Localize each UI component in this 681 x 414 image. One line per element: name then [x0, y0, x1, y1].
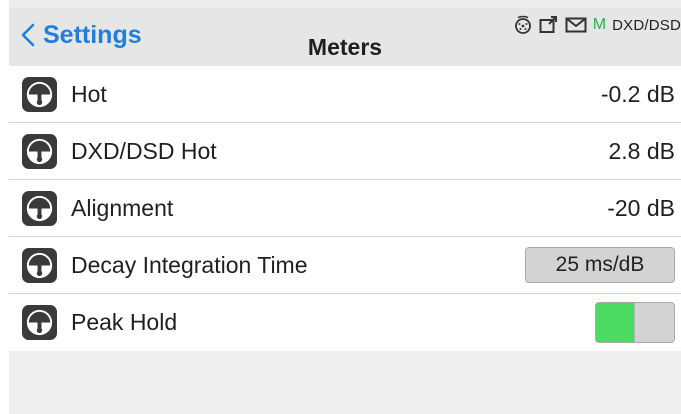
- m-status-indicator: M: [592, 16, 607, 33]
- row-label: DXD/DSD Hot: [71, 138, 217, 164]
- meter-icon: [22, 77, 57, 112]
- row-peak-hold: Peak Hold: [9, 294, 681, 351]
- meter-icon: [22, 248, 57, 283]
- row-decay-integration-time: Decay Integration Time 25 ms/dB: [9, 237, 681, 294]
- mode-status-text: DXD/DSD: [612, 16, 681, 34]
- meter-icon: [22, 134, 57, 169]
- row-label: Hot: [71, 81, 107, 107]
- row-dxd-dsd-hot[interactable]: DXD/DSD Hot 2.8 dB: [9, 123, 681, 180]
- mail-icon: [565, 17, 587, 33]
- settings-panel: Settings Meters M DXD/DSD Hot -0.2 dB DX…: [9, 8, 681, 414]
- row-value: 2.8 dB: [608, 138, 676, 164]
- meter-icon: [22, 191, 57, 226]
- peak-hold-toggle[interactable]: [595, 302, 675, 343]
- settings-list: Hot -0.2 dB DXD/DSD Hot 2.8 dB Alignment…: [9, 66, 681, 351]
- decay-time-button[interactable]: 25 ms/dB: [525, 247, 675, 283]
- chevron-left-icon: [21, 23, 35, 47]
- toggle-knob: [634, 303, 674, 342]
- back-button-label: Settings: [43, 20, 142, 49]
- row-value: -0.2 dB: [600, 81, 675, 107]
- row-hot[interactable]: Hot -0.2 dB: [9, 66, 681, 123]
- row-label: Alignment: [71, 195, 174, 221]
- row-value: -20 dB: [607, 195, 675, 221]
- row-label: Peak Hold: [71, 309, 178, 335]
- left-border: [0, 0, 9, 414]
- input-icon: [539, 16, 557, 33]
- row-alignment[interactable]: Alignment -20 dB: [9, 180, 681, 237]
- row-label: Decay Integration Time: [71, 252, 308, 278]
- dial-icon: [514, 15, 531, 34]
- nav-header: Settings Meters M DXD/DSD: [9, 8, 681, 66]
- back-button[interactable]: Settings: [21, 17, 142, 53]
- meter-icon: [22, 305, 57, 340]
- status-bar: M DXD/DSD: [513, 10, 681, 40]
